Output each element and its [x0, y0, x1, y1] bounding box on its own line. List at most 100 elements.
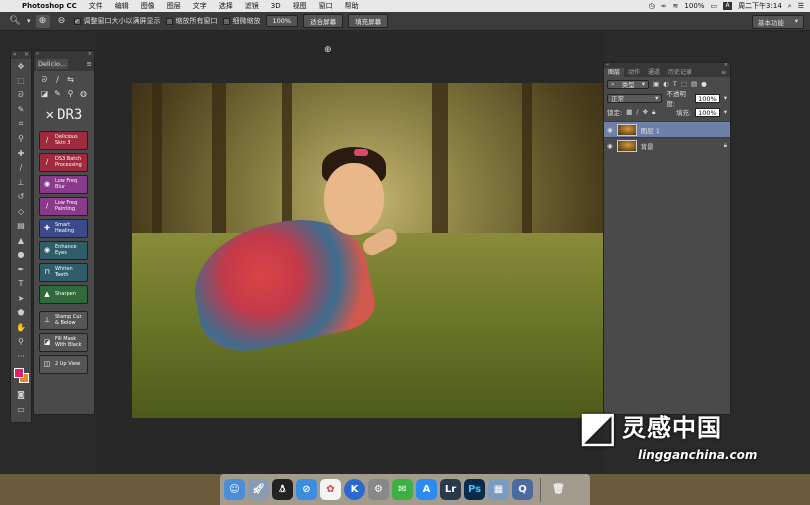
foreground-color-swatch[interactable] — [14, 367, 24, 378]
menu-help[interactable]: 帮助 — [339, 1, 365, 11]
lock-position-icon[interactable]: ✥ — [643, 108, 648, 116]
layer-name[interactable]: 背景 — [641, 141, 654, 151]
chevron-down-icon[interactable]: ▾ — [724, 108, 727, 116]
action-button[interactable]: ◉ Enhance Eyes — [39, 241, 88, 260]
zoom-100-button[interactable]: 100% — [265, 15, 299, 27]
qq-icon[interactable]: 🐧︎ — [272, 479, 293, 500]
menu-view[interactable]: 视图 — [287, 1, 313, 11]
notification-center-icon[interactable]: ☰ — [798, 2, 804, 10]
k-app-icon[interactable]: K — [344, 479, 365, 500]
opacity-input[interactable]: 100% — [695, 93, 720, 103]
photoshop-icon[interactable]: Ps — [464, 479, 485, 500]
tab-layers[interactable]: 图层 — [604, 68, 625, 77]
trash-icon[interactable]: 🗑︎ — [548, 479, 569, 500]
wechat-icon[interactable]: ✉ — [392, 479, 413, 500]
menu-select[interactable]: 选择 — [213, 1, 239, 11]
menu-image[interactable]: 图像 — [135, 1, 161, 11]
close-icon[interactable]: × — [88, 51, 92, 57]
layer-row[interactable]: ◉ 背景 🔒︎ — [604, 137, 730, 153]
screen-mode-icon[interactable]: ▭ — [11, 402, 31, 417]
menu-type[interactable]: 文字 — [187, 1, 213, 11]
marquee-tool-icon[interactable]: ⬚ — [11, 74, 31, 89]
hand-tool-icon[interactable]: ✋ — [11, 320, 31, 335]
image-viewer-icon[interactable]: ▦ — [488, 479, 509, 500]
menu-edit[interactable]: 编辑 — [109, 1, 135, 11]
lasso-icon[interactable]: ᘐ — [38, 75, 51, 85]
menu-filter[interactable]: 滤镜 — [239, 1, 265, 11]
crop-tool-icon[interactable]: ⌗ — [11, 117, 31, 132]
scrubby-zoom-checkbox[interactable]: 细微缩放 — [222, 16, 261, 26]
clone-stamp-tool-icon[interactable]: ⊥ — [11, 175, 31, 190]
spotlight-icon[interactable]: ⌕ — [788, 2, 792, 11]
menu-file[interactable]: 文件 — [83, 1, 109, 11]
layer-row[interactable]: ◉ 图层 1 — [604, 121, 730, 137]
battery-percent[interactable]: 100% — [684, 2, 704, 10]
fill-screen-button[interactable]: 填充屏幕 — [348, 14, 389, 28]
quick-select-tool-icon[interactable]: ✎ — [11, 103, 31, 118]
arrows-icon[interactable]: ⇆ — [64, 75, 77, 85]
filter-smart-object-icon[interactable]: ▤ — [691, 80, 697, 88]
system-preferences-icon[interactable]: ⚙ — [368, 479, 389, 500]
action-button[interactable]: ✚ Smart Healing — [39, 219, 88, 238]
pen-icon[interactable]: ✎ — [51, 89, 64, 98]
healing-brush-tool-icon[interactable]: ✚ — [11, 146, 31, 161]
quicktime-icon[interactable]: Q — [512, 479, 533, 500]
lock-all-icon[interactable]: 🔒︎ — [652, 108, 655, 117]
wifi-icon[interactable]: ≋ — [673, 2, 679, 10]
chevron-down-icon[interactable]: ▾ — [724, 94, 727, 102]
zoom-in-icon[interactable]: ⊕ — [35, 14, 50, 28]
eyedropper-icon[interactable]: ⚲ — [64, 89, 77, 98]
action-button[interactable]: ∕ Delicious Skin 3 — [39, 131, 88, 150]
menu-3d[interactable]: 3D — [265, 2, 287, 10]
filter-kind-select[interactable]: ⌕ 类型 ▾ — [607, 79, 649, 89]
type-tool-icon[interactable]: T — [11, 277, 31, 292]
battery-icon[interactable]: ▭ — [710, 2, 717, 10]
lock-pixels-icon[interactable]: ∕ — [636, 108, 638, 116]
visibility-eye-icon[interactable]: ◉ — [607, 142, 613, 150]
preset-dropdown-icon[interactable]: ▾ — [27, 17, 31, 25]
menubar-clock[interactable]: 周二下午3:14 — [738, 1, 782, 11]
layer-thumbnail[interactable] — [616, 123, 637, 136]
filter-toggle-icon[interactable]: ● — [701, 80, 707, 88]
eraser-tool-icon[interactable]: ◇ — [11, 204, 31, 219]
resize-windows-checkbox[interactable]: ✓ 调整窗口大小以满屏显示 — [73, 16, 161, 26]
safari-icon[interactable]: ⊘ — [296, 479, 317, 500]
more-tools-icon[interactable]: ··· — [11, 349, 31, 364]
tab-actions[interactable]: 动作 — [624, 68, 644, 77]
app-store-icon[interactable]: A — [416, 479, 437, 500]
eyedropper-tool-icon[interactable]: ⚲ — [11, 132, 31, 147]
panel-menu-icon[interactable]: ≡ — [717, 68, 730, 77]
finder-icon[interactable]: ☺ — [224, 479, 245, 500]
blur-tool-icon[interactable]: ▲ — [11, 233, 31, 248]
tab-channels[interactable]: 通道 — [644, 68, 664, 77]
document-image[interactable] — [132, 83, 603, 418]
mask-icon[interactable]: ◪ — [38, 89, 51, 98]
tools-panel-header[interactable]: » × — [11, 51, 31, 59]
visibility-eye-icon[interactable]: ◉ — [607, 126, 613, 134]
app-menu[interactable]: Photoshop CC — [18, 2, 83, 10]
collapse-icon[interactable]: » — [13, 51, 17, 59]
layer-thumbnail[interactable] — [616, 139, 637, 152]
shape-tool-icon[interactable]: ⬟ — [11, 306, 31, 321]
panel-tab-delicious[interactable]: Delicio... — [36, 59, 69, 69]
globe-icon[interactable]: ◍ — [77, 89, 90, 98]
action-button[interactable]: ∕ Low Freq Painting — [39, 197, 88, 216]
panel-menu-icon[interactable]: ≡ — [85, 59, 94, 69]
dodge-tool-icon[interactable]: ● — [11, 248, 31, 263]
action-button[interactable]: ⊓ Whiten Teeth — [39, 263, 88, 282]
input-source-badge[interactable]: A — [723, 2, 733, 10]
zoom-tool-preset-icon[interactable]: 🔍︎ — [8, 15, 22, 28]
filter-type-icon[interactable]: T — [673, 80, 677, 88]
history-brush-tool-icon[interactable]: ↺ — [11, 190, 31, 205]
action-button[interactable]: ◫ 2 Up View — [39, 355, 88, 374]
action-button[interactable]: ▲ Sharpen — [39, 285, 88, 304]
filter-pixel-icon[interactable]: ▣ — [653, 80, 659, 88]
brush-tool-icon[interactable]: ∕ — [11, 161, 31, 176]
lasso-tool-icon[interactable]: ᘐ — [11, 88, 31, 103]
path-select-tool-icon[interactable]: ➤ — [11, 291, 31, 306]
action-button[interactable]: ◉ Low Freq Blur — [39, 175, 88, 194]
action-button[interactable]: ◪ Fill Mask With Black — [39, 333, 88, 352]
workspace-switcher[interactable]: 基本功能 ▾ — [752, 15, 804, 29]
cc-icon[interactable]: ∞ — [661, 2, 667, 10]
collapse-icon[interactable]: » — [36, 51, 39, 57]
